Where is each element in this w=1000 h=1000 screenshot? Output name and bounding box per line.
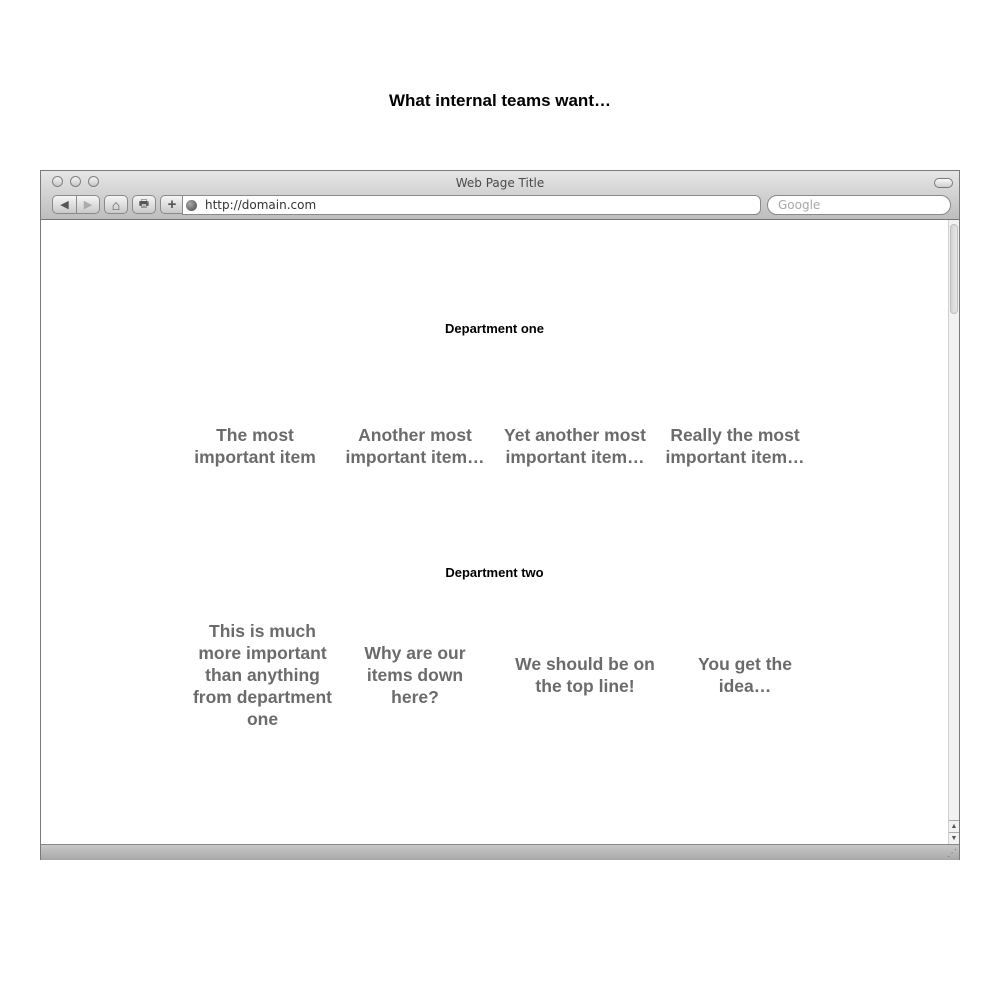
resize-grip-icon[interactable]: ⋰	[947, 848, 957, 859]
browser-toolbar: Web Page Title ◀ ▶ ⌂ 🖶 + http://domain.c…	[41, 171, 959, 220]
department-one-item: Another most important item…	[345, 425, 485, 467]
print-button[interactable]: 🖶	[132, 195, 156, 214]
plus-icon: +	[167, 196, 177, 213]
home-button[interactable]: ⌂	[104, 195, 128, 214]
page-heading: What internal teams want…	[389, 91, 611, 110]
down-arrow-icon: ▼	[950, 835, 958, 842]
scroll-up-button[interactable]: ▲	[949, 820, 959, 832]
up-arrow-icon: ▲	[950, 823, 958, 830]
globe-icon	[186, 199, 197, 211]
department-one-item: Yet another most important item…	[504, 425, 646, 467]
back-button[interactable]: ◀	[53, 196, 77, 213]
scroll-down-button[interactable]: ▼	[949, 832, 959, 844]
back-arrow-icon: ◀	[60, 199, 69, 211]
window-title: Web Page Title	[455, 176, 545, 190]
status-bar: ⋰	[41, 844, 959, 860]
department-two-item: This is much more important than anythin…	[192, 621, 333, 729]
forward-button[interactable]: ▶	[77, 196, 99, 213]
browser-window: Web Page Title ◀ ▶ ⌂ 🖶 + http://domain.c…	[40, 170, 960, 860]
toolbar-toggle-button[interactable]	[934, 178, 953, 188]
url-text: http://domain.com	[205, 198, 317, 212]
add-bookmark-button[interactable]: +	[160, 195, 184, 214]
scrollbar-thumb[interactable]	[950, 224, 958, 314]
department-two-item: We should be on the top line!	[515, 654, 655, 696]
forward-arrow-icon: ▶	[83, 199, 93, 211]
print-icon: 🖶	[138, 198, 150, 210]
department-two-item: Why are our items down here?	[364, 643, 466, 707]
search-input[interactable]: Google	[767, 195, 951, 215]
department-one-item: The most important item	[194, 425, 316, 467]
vertical-scrollbar[interactable]: ▲ ▼	[948, 220, 959, 844]
url-field[interactable]: http://domain.com	[182, 195, 761, 215]
home-icon: ⌂	[111, 196, 121, 213]
page-content: Department one The most important item A…	[41, 220, 948, 844]
nav-buttons: ◀ ▶	[52, 195, 100, 214]
department-one-item: Really the most important item…	[665, 425, 805, 467]
department-two-item: You get the idea…	[698, 654, 792, 696]
department-one-title: Department one	[445, 321, 544, 336]
department-two-title: Department two	[445, 565, 544, 580]
